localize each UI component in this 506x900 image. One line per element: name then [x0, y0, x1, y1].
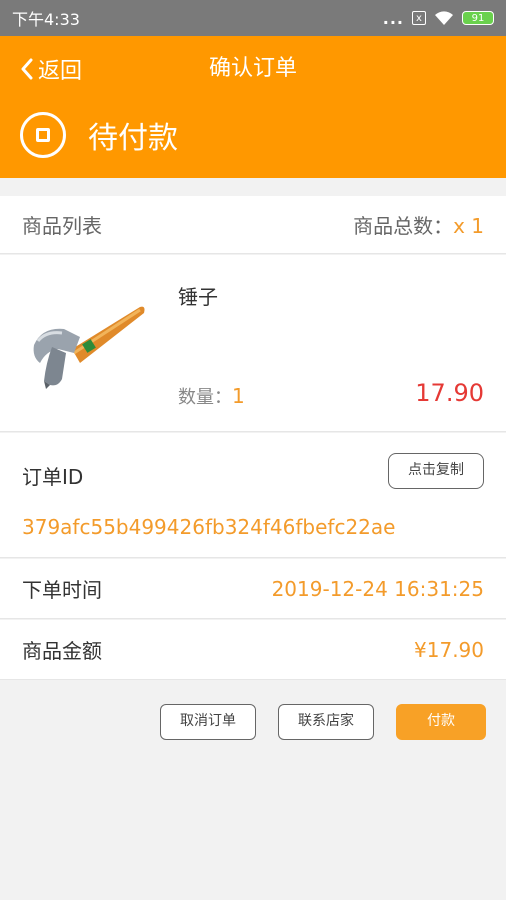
hammer-image — [33, 306, 145, 389]
order-amount-label: 商品金额 — [22, 639, 102, 663]
order-time-row: 下单时间 2019-12-24 16:31:25 — [0, 559, 506, 619]
stop-circle-icon — [20, 112, 66, 158]
order-status-text: 待付款 — [88, 121, 178, 156]
product-quantity: 数量：1 — [178, 383, 245, 409]
pay-button[interactable]: 付款 — [396, 704, 486, 740]
cancel-order-button[interactable]: 取消订单 — [160, 704, 256, 740]
product-total: 商品总数：x 1 — [353, 210, 484, 239]
status-bar: 下午4:33 ... x 91 — [0, 0, 506, 36]
quantity-label: 数量： — [178, 387, 232, 408]
sim-icon: x — [412, 11, 426, 25]
product-list-title: 商品列表 — [22, 214, 102, 238]
order-id-value: 379afc55b499426fb324f46fbefc22ae — [22, 515, 396, 539]
status-icons: ... x 91 — [383, 9, 494, 28]
order-id-label: 订单ID — [22, 465, 84, 489]
product-total-value: x 1 — [453, 214, 484, 238]
page-title: 确认订单 — [208, 56, 297, 81]
notification-dots: ... — [382, 8, 404, 28]
wifi-icon — [435, 11, 453, 25]
product-price: 17.90 — [415, 379, 484, 407]
product-total-label: 商品总数： — [353, 214, 454, 238]
contact-seller-button[interactable]: 联系店家 — [278, 704, 374, 740]
product-list-header: 商品列表 商品总数：x 1 — [0, 196, 506, 254]
quantity-value: 1 — [232, 384, 245, 408]
copy-button[interactable]: 点击复制 — [388, 453, 484, 489]
status-time: 下午4:33 — [12, 10, 80, 29]
order-amount-value: ¥17.90 — [414, 637, 484, 662]
battery-icon: 91 — [462, 11, 494, 25]
order-time-label: 下单时间 — [22, 578, 102, 602]
product-name: 锤子 — [178, 285, 218, 309]
order-amount-row: 商品金额 ¥17.90 — [0, 620, 506, 680]
order-id-section: 订单ID 点击复制 379afc55b499426fb324f46fbefc22… — [0, 433, 506, 558]
header: 返回 确认订单 待付款 — [0, 36, 506, 178]
product-item[interactable]: 锤子 数量：1 17.90 — [0, 255, 506, 432]
order-time-value: 2019-12-24 16:31:25 — [271, 576, 484, 601]
order-status: 待付款 — [20, 112, 178, 158]
order-actions: 取消订单 联系店家 付款 — [160, 704, 486, 740]
